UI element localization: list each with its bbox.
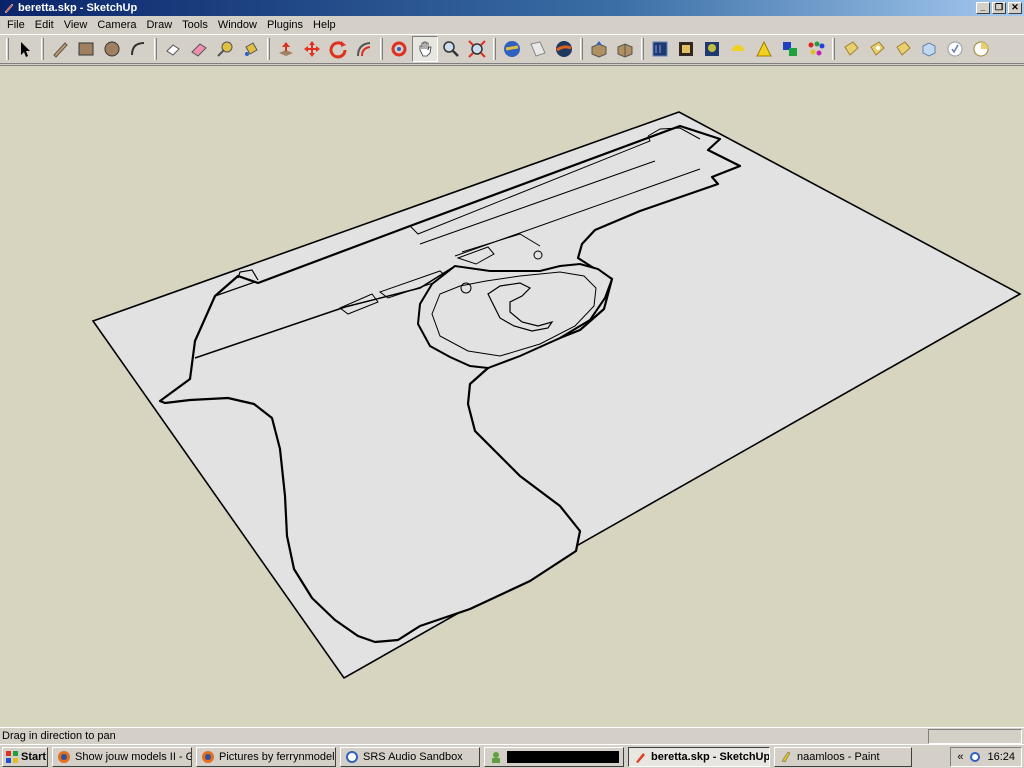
pie-icon[interactable] <box>968 36 994 62</box>
measurements-box[interactable] <box>928 728 1022 744</box>
task-label: Show jouw models II - GT... <box>75 750 191 763</box>
task-label: beretta.skp - SketchUp <box>651 750 770 763</box>
circle-icon[interactable] <box>99 36 125 62</box>
task-button[interactable]: naamloos - Paint <box>774 746 912 767</box>
zoom-icon[interactable] <box>438 36 464 62</box>
menu-tools[interactable]: Tools <box>177 19 213 31</box>
clock[interactable]: 16:24 <box>987 751 1015 763</box>
share-model-icon[interactable] <box>525 36 551 62</box>
zoom-extents-icon[interactable] <box>464 36 490 62</box>
toolbar-grip[interactable] <box>6 38 9 60</box>
triangle-icon[interactable] <box>751 36 777 62</box>
arc-icon[interactable] <box>125 36 151 62</box>
menu-file[interactable]: File <box>2 19 30 31</box>
title-bar: beretta.skp - SketchUp _ ❐ ✕ <box>0 0 1024 16</box>
tree-icon[interactable] <box>699 36 725 62</box>
task-button[interactable] <box>484 746 624 767</box>
minimize-button[interactable]: _ <box>976 2 990 14</box>
task-button-active[interactable]: beretta.skp - SketchUp <box>628 746 770 767</box>
orbit-icon[interactable] <box>386 36 412 62</box>
menu-plugins[interactable]: Plugins <box>262 19 308 31</box>
task-label: naamloos - Paint <box>797 750 880 763</box>
component-icon[interactable] <box>612 36 638 62</box>
tray-chevron-icon[interactable]: « <box>957 751 963 763</box>
toolbar-grip[interactable] <box>832 38 835 60</box>
menu-view[interactable]: View <box>59 19 93 31</box>
system-tray: « 16:24 <box>950 746 1022 767</box>
task-button[interactable]: Pictures by ferrynmodels - ... <box>196 746 336 767</box>
toolbar-grip[interactable] <box>493 38 496 60</box>
firefox-icon <box>58 750 70 763</box>
google-earth-icon[interactable] <box>551 36 577 62</box>
menu-window[interactable]: Window <box>213 19 262 31</box>
section-plane-icon[interactable] <box>647 36 673 62</box>
get-models-icon[interactable] <box>499 36 525 62</box>
offset-icon[interactable] <box>351 36 377 62</box>
menu-camera[interactable]: Camera <box>92 19 141 31</box>
status-bar: Drag in direction to pan <box>0 727 1024 744</box>
window-title: beretta.skp - SketchUp <box>18 2 138 14</box>
toolbar-grip[interactable] <box>41 38 44 60</box>
main-toolbar <box>0 34 1024 64</box>
taskbar: Start Show jouw models II - GT... Pictur… <box>0 744 1024 768</box>
tag1-icon[interactable] <box>838 36 864 62</box>
menu-draw[interactable]: Draw <box>141 19 177 31</box>
sun-icon[interactable] <box>725 36 751 62</box>
tag3-icon[interactable] <box>890 36 916 62</box>
toolbar-grip[interactable] <box>580 38 583 60</box>
make-component-icon[interactable] <box>160 36 186 62</box>
cube-icon[interactable] <box>916 36 942 62</box>
sketchup-app-icon <box>4 3 14 14</box>
sketchup-icon <box>636 752 645 763</box>
move-icon[interactable] <box>299 36 325 62</box>
speaker-tray-icon[interactable] <box>969 751 981 763</box>
tag2-icon[interactable] <box>864 36 890 62</box>
speaker-icon <box>346 750 358 763</box>
tape-measure-icon[interactable] <box>212 36 238 62</box>
menu-help[interactable]: Help <box>308 19 341 31</box>
task-button[interactable]: Show jouw models II - GT... <box>52 746 192 767</box>
layers-icon[interactable] <box>777 36 803 62</box>
toolbar-grip[interactable] <box>267 38 270 60</box>
select-arrow-icon[interactable] <box>12 36 38 62</box>
paint-bucket-icon[interactable] <box>238 36 264 62</box>
start-button[interactable]: Start <box>2 746 48 767</box>
status-text: Drag in direction to pan <box>2 730 116 742</box>
task-label: SRS Audio Sandbox <box>363 750 463 763</box>
rotate-icon[interactable] <box>325 36 351 62</box>
toolbar-grip[interactable] <box>380 38 383 60</box>
pan-hand-icon[interactable] <box>412 36 438 62</box>
task-label: Pictures by ferrynmodels - ... <box>219 750 336 763</box>
redacted-task-bar <box>507 750 619 763</box>
pencil-icon[interactable] <box>47 36 73 62</box>
scenes-icon[interactable] <box>673 36 699 62</box>
start-label: Start <box>21 750 47 763</box>
push-pull-icon[interactable] <box>273 36 299 62</box>
user-icon <box>492 751 500 763</box>
warehouse-upload-icon[interactable] <box>586 36 612 62</box>
toolbar-grip[interactable] <box>641 38 644 60</box>
paint-icon <box>781 751 791 762</box>
firefox-icon <box>202 750 214 763</box>
close-button[interactable]: ✕ <box>1008 2 1022 14</box>
toolbar-grip[interactable] <box>154 38 157 60</box>
task-button[interactable]: SRS Audio Sandbox <box>340 746 480 767</box>
check-icon[interactable] <box>942 36 968 62</box>
windows-logo-icon <box>6 750 18 763</box>
maximize-button[interactable]: ❐ <box>992 2 1006 14</box>
menu-edit[interactable]: Edit <box>30 19 59 31</box>
eraser-icon[interactable] <box>186 36 212 62</box>
drawing-viewport[interactable] <box>0 65 1024 727</box>
materials-icon[interactable] <box>803 36 829 62</box>
rectangle-icon[interactable] <box>73 36 99 62</box>
model-canvas[interactable] <box>0 66 1024 727</box>
menu-bar: File Edit View Camera Draw Tools Window … <box>0 16 1024 34</box>
